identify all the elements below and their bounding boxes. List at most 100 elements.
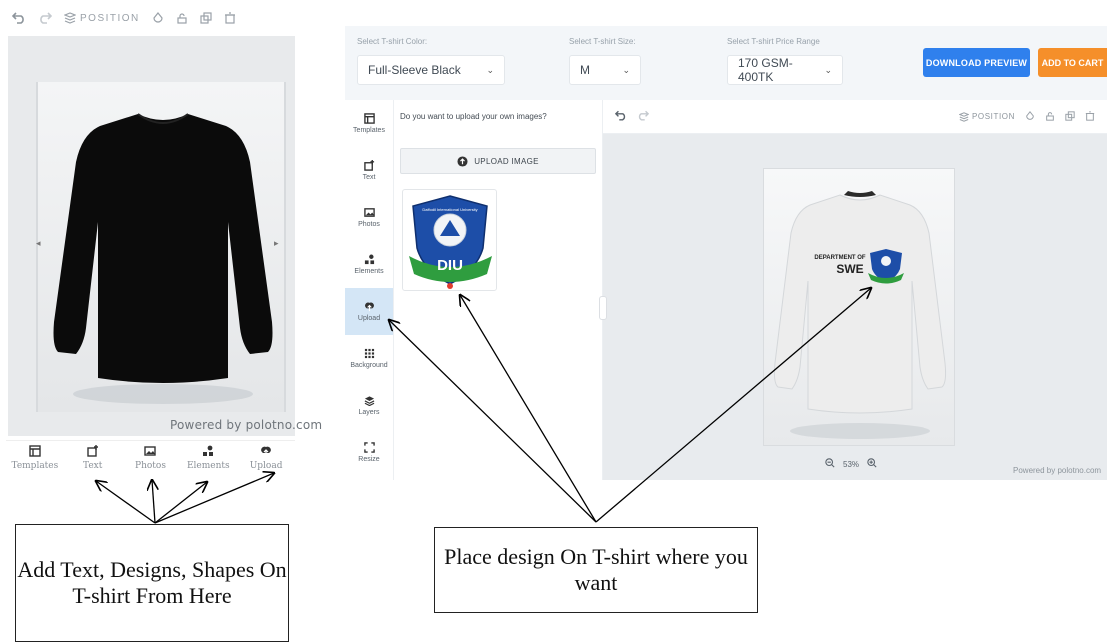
design-text-department[interactable]: DEPARTMENT OF <box>814 255 866 261</box>
left-nav-text[interactable]: Text <box>65 445 121 471</box>
left-nav-photos-label: Photos <box>135 461 166 471</box>
color-select-label: Select T-shirt Color: <box>357 37 428 46</box>
sidebar-label-photos: Photos <box>358 221 380 228</box>
left-nav-upload[interactable]: Upload <box>238 445 294 471</box>
upload-question: Do you want to upload your own images? <box>400 112 547 121</box>
sidebar-label-background: Background <box>350 362 388 369</box>
text-icon <box>86 445 98 457</box>
upload-image-label: UPLOAD IMAGE <box>474 156 539 166</box>
sidebar-item-resize[interactable]: Resize <box>345 429 393 476</box>
uploaded-image-thumbnail[interactable]: Daffodil International University DIU <box>402 189 497 291</box>
opacity-icon[interactable] <box>1025 110 1035 123</box>
zoom-controls: 53% <box>825 458 877 470</box>
lock-icon[interactable] <box>1045 111 1055 123</box>
text-icon <box>363 160 374 171</box>
elements-icon <box>364 254 374 265</box>
lock-icon[interactable] <box>176 12 188 24</box>
zoom-in-icon[interactable] <box>867 458 877 470</box>
upload-icon <box>364 302 374 312</box>
workspace-toolbar: POSITION <box>603 100 1107 134</box>
arrow-to-elements <box>154 482 207 524</box>
sidebar-item-layers[interactable]: Layers <box>345 382 393 429</box>
workspace-powered-by: Powered by polotno.com <box>1013 466 1102 475</box>
stack-icon <box>958 111 969 122</box>
sidebar-label-text: Text <box>362 174 376 181</box>
size-select-label: Select T-shirt Size: <box>569 37 636 46</box>
delete-icon[interactable] <box>224 12 236 24</box>
left-bottom-nav: Templates Text Photos Elements Upload <box>6 440 295 480</box>
upload-panel: Do you want to upload your own images? U… <box>394 100 603 480</box>
color-select[interactable]: Full-Sleeve Black ⌄ <box>357 55 505 85</box>
screenshot-root: POSITION ◂ ▸ Powered by polotno.com Temp… <box>0 0 1107 642</box>
elements-icon <box>203 445 214 456</box>
undo-icon[interactable] <box>614 110 627 123</box>
templates-icon <box>29 445 41 457</box>
left-nav-text-label: Text <box>83 461 103 471</box>
tshirt-design-canvas[interactable]: DEPARTMENT OF SWE <box>763 168 955 446</box>
left-nav-templates[interactable]: Templates <box>7 445 63 471</box>
sidebar-item-text[interactable]: Text <box>345 147 393 194</box>
stack-icon <box>64 12 76 24</box>
chevron-down-icon: ⌄ <box>486 64 494 75</box>
price-select-label: Select T-shirt Price Range <box>727 37 820 46</box>
sidebar-item-templates[interactable]: Templates <box>345 100 393 147</box>
canvas-right-arrow[interactable]: ▸ <box>274 238 279 249</box>
position-button[interactable]: POSITION <box>958 111 1015 122</box>
sidebar-label-elements: Elements <box>354 268 384 275</box>
resize-icon <box>363 442 375 453</box>
panel-collapse-handle[interactable] <box>599 296 607 320</box>
sidebar-item-elements[interactable]: Elements <box>345 241 393 288</box>
opacity-icon[interactable] <box>152 12 164 24</box>
photos-icon <box>363 208 375 217</box>
color-select-value: Full-Sleeve Black <box>368 63 461 77</box>
arrow-to-upload <box>154 473 274 524</box>
position-button[interactable]: POSITION <box>64 12 140 24</box>
sidebar-item-photos[interactable]: Photos <box>345 194 393 241</box>
left-nav-photos[interactable]: Photos <box>122 445 178 471</box>
download-preview-button[interactable]: DOWNLOAD PREVIEW <box>923 48 1030 77</box>
tshirt-artboard[interactable] <box>36 82 286 412</box>
zoom-level: 53% <box>843 459 860 469</box>
arrow-to-text <box>96 481 156 524</box>
diu-logo-image: Daffodil International University DIU <box>409 195 492 289</box>
size-select-value: M <box>580 63 590 77</box>
sidebar-item-background[interactable]: Background <box>345 335 393 382</box>
upload-image-button[interactable]: UPLOAD IMAGE <box>400 148 596 174</box>
logo-letters: DIU <box>437 257 463 274</box>
chevron-down-icon: ⌄ <box>824 64 832 75</box>
callout-add-designs: Add Text, Designs, Shapes On T-shirt Fro… <box>15 524 289 642</box>
delete-icon[interactable] <box>1085 110 1095 123</box>
zoom-out-icon[interactable] <box>825 458 835 470</box>
designer-app: Select T-shirt Color: Full-Sleeve Black … <box>345 26 1107 480</box>
design-text-swe[interactable]: SWE <box>836 262 863 276</box>
white-tshirt-image: DEPARTMENT OF SWE <box>773 191 947 439</box>
redo-icon[interactable] <box>38 12 52 24</box>
upload-icon <box>261 446 271 456</box>
left-nav-elements-label: Elements <box>186 461 230 471</box>
photos-icon <box>144 446 157 456</box>
callout-place-design: Place design On T-shirt where you want <box>434 527 758 613</box>
left-design-canvas[interactable]: ◂ ▸ <box>8 36 295 436</box>
workspace: POSITION DEPARTMENT OF SWE 53% Powered b… <box>599 100 1107 480</box>
price-select-value: 170 GSM-400TK <box>738 56 793 84</box>
design-logo-diu[interactable] <box>868 249 904 284</box>
undo-icon[interactable] <box>12 12 26 24</box>
price-select[interactable]: 170 GSM-400TK ⌄ <box>727 55 843 85</box>
left-toolbar: POSITION <box>0 0 295 36</box>
canvas-left-arrow[interactable]: ◂ <box>36 238 41 249</box>
sidebar-label-resize: Resize <box>358 456 380 463</box>
black-tshirt-image <box>53 113 273 404</box>
left-nav-elements[interactable]: Elements <box>180 445 236 471</box>
position-label: POSITION <box>80 12 140 24</box>
duplicate-icon[interactable] <box>200 12 212 24</box>
size-select[interactable]: M ⌄ <box>569 55 641 85</box>
chevron-down-icon: ⌄ <box>622 64 630 75</box>
duplicate-icon[interactable] <box>1065 110 1075 123</box>
sidebar-item-upload[interactable]: Upload <box>345 288 393 335</box>
tool-sidebar: Templates Text Photos Elements Upload Ba… <box>345 100 394 480</box>
redo-icon[interactable] <box>637 110 650 123</box>
background-icon <box>364 348 374 359</box>
layers-icon <box>364 396 374 406</box>
add-to-cart-button[interactable]: ADD TO CART <box>1038 48 1107 77</box>
logo-university-name: Daffodil International University <box>422 207 477 212</box>
